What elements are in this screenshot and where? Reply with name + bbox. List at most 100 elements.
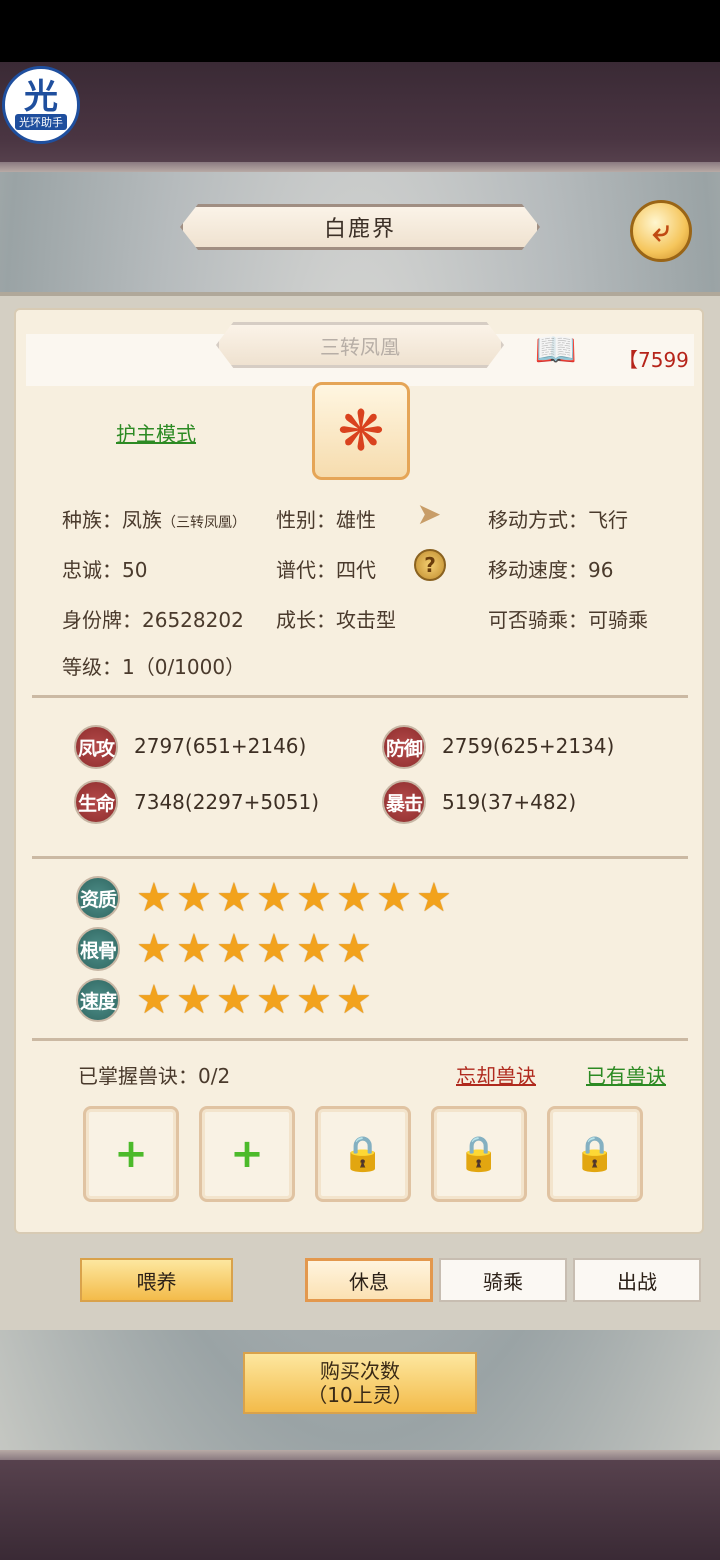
growth-row: 成长：攻击型 bbox=[276, 604, 396, 633]
app-badge-glyph: 光 bbox=[24, 77, 58, 117]
pet-name-banner: 三转凤凰 bbox=[216, 322, 504, 368]
loyalty-row: 忠诚：50 bbox=[62, 554, 147, 583]
plus-icon: + bbox=[114, 1131, 148, 1177]
speed-stars: ★ ★ ★ ★ ★ ★ bbox=[136, 980, 376, 1020]
pet-avatar[interactable]: ❋ bbox=[312, 382, 410, 480]
star-icon: ★ bbox=[216, 875, 252, 921]
star-icon: ★ bbox=[256, 977, 292, 1023]
lock-icon: 🔒 bbox=[457, 1134, 501, 1174]
back-arrow-icon: ⤶ bbox=[652, 213, 670, 249]
bottom-frame bbox=[0, 1450, 720, 1560]
generation-value: 四代 bbox=[336, 558, 376, 582]
skills-mastered-label: 已掌握兽诀：0/2 bbox=[78, 1064, 231, 1088]
buy-count-cost: （10上灵） bbox=[307, 1383, 413, 1407]
move-speed-label: 移动速度： bbox=[488, 558, 588, 582]
forget-skill-link[interactable]: 忘却兽诀 bbox=[456, 1060, 536, 1089]
skill-slot-locked[interactable]: 🔒 bbox=[315, 1106, 411, 1202]
star-icon: ★ bbox=[136, 926, 172, 972]
ride-button[interactable]: 骑乘 bbox=[439, 1258, 567, 1302]
star-icon: ★ bbox=[376, 875, 412, 921]
generation-row: 谱代：四代 bbox=[276, 554, 376, 583]
identity-value: 26528202 bbox=[142, 608, 244, 632]
lock-icon: 🔒 bbox=[341, 1134, 385, 1174]
race-value: 凤族 bbox=[122, 508, 162, 532]
defense-badge: 防御 bbox=[382, 725, 426, 769]
page-title: 白鹿界 bbox=[180, 204, 540, 250]
gender-value: 雄性 bbox=[336, 508, 376, 532]
skill-slot-locked[interactable]: 🔒 bbox=[431, 1106, 527, 1202]
star-icon: ★ bbox=[136, 875, 172, 921]
growth-value: 攻击型 bbox=[336, 608, 396, 632]
move-speed-value: 96 bbox=[588, 558, 614, 582]
crit-badge: 暴击 bbox=[382, 780, 426, 824]
star-icon: ★ bbox=[256, 926, 292, 972]
growth-label: 成长： bbox=[276, 608, 336, 632]
skill-slot-add[interactable]: + bbox=[83, 1106, 179, 1202]
rest-button[interactable]: 休息 bbox=[305, 1258, 433, 1302]
phoenix-icon: ❋ bbox=[337, 398, 385, 464]
aptitude-stars: ★ ★ ★ ★ ★ ★ ★ ★ bbox=[136, 878, 456, 918]
divider bbox=[32, 1038, 688, 1041]
divider bbox=[32, 695, 688, 698]
star-icon: ★ bbox=[256, 875, 292, 921]
race-row: 种族：凤族（三转凤凰） bbox=[62, 504, 246, 533]
star-icon: ★ bbox=[176, 977, 212, 1023]
aptitude-badge: 资质 bbox=[76, 876, 120, 920]
loyalty-value: 50 bbox=[122, 558, 148, 582]
life-value: 7348(2297+5051) bbox=[134, 790, 320, 814]
star-icon: ★ bbox=[176, 875, 212, 921]
level-value: 1（0/1000） bbox=[122, 655, 246, 679]
star-icon: ★ bbox=[296, 875, 332, 921]
crit-value: 519(37+482) bbox=[442, 790, 577, 814]
move-mode-value: 飞行 bbox=[588, 508, 628, 532]
owned-skills-link[interactable]: 已有兽诀 bbox=[586, 1060, 666, 1089]
star-icon: ★ bbox=[336, 875, 372, 921]
star-icon: ★ bbox=[216, 977, 252, 1023]
star-icon: ★ bbox=[336, 926, 372, 972]
move-mode-row: 移动方式：飞行 bbox=[488, 504, 628, 533]
buy-count-label: 购买次数 bbox=[320, 1359, 400, 1383]
attack-badge: 凤攻 bbox=[74, 725, 118, 769]
level-row: 等级：1（0/1000） bbox=[62, 651, 245, 680]
buy-count-button[interactable]: 购买次数 （10上灵） bbox=[243, 1352, 477, 1414]
speed-badge: 速度 bbox=[76, 978, 120, 1022]
identity-row: 身份牌：26528202 bbox=[62, 604, 244, 633]
star-icon: ★ bbox=[416, 875, 452, 921]
app-badge-caption: 光环助手 bbox=[15, 114, 67, 130]
gender-label: 性别： bbox=[276, 508, 336, 532]
identity-label: 身份牌： bbox=[62, 608, 142, 632]
generation-label: 谱代： bbox=[276, 558, 336, 582]
skill-slot-add[interactable]: + bbox=[199, 1106, 295, 1202]
rideable-label: 可否骑乘： bbox=[488, 608, 588, 632]
rideable-value: 可骑乘 bbox=[588, 608, 648, 632]
defense-value: 2759(625+2134) bbox=[442, 734, 615, 758]
star-icon: ★ bbox=[296, 977, 332, 1023]
bone-stars: ★ ★ ★ ★ ★ ★ bbox=[136, 929, 376, 969]
guard-mode-link[interactable]: 护主模式 bbox=[116, 418, 196, 447]
loyalty-label: 忠诚： bbox=[62, 558, 122, 582]
skill-slot-locked[interactable]: 🔒 bbox=[547, 1106, 643, 1202]
app-assistant-badge[interactable]: 光 光环助手 bbox=[2, 66, 80, 144]
move-speed-row: 移动速度：96 bbox=[488, 554, 613, 583]
question-mark-icon[interactable]: ? bbox=[414, 549, 446, 581]
battle-button[interactable]: 出战 bbox=[573, 1258, 701, 1302]
plus-icon: + bbox=[230, 1131, 264, 1177]
divider bbox=[32, 856, 688, 859]
rideable-row: 可否骑乘：可骑乘 bbox=[488, 604, 648, 633]
top-frame bbox=[0, 62, 720, 172]
feed-button[interactable]: 喂养 bbox=[80, 1258, 233, 1302]
book-quill-icon[interactable]: 📖 bbox=[530, 330, 582, 370]
life-badge: 生命 bbox=[74, 780, 118, 824]
back-button[interactable]: ⤶ bbox=[630, 200, 692, 262]
star-icon: ★ bbox=[216, 926, 252, 972]
bone-badge: 根骨 bbox=[76, 927, 120, 971]
star-icon: ★ bbox=[136, 977, 172, 1023]
gender-row: 性别：雄性 bbox=[276, 504, 376, 533]
attack-value: 2797(651+2146) bbox=[134, 734, 307, 758]
pet-id-tag: 【7599 bbox=[618, 348, 689, 372]
arrow-right-icon[interactable]: ➤ bbox=[412, 498, 446, 532]
star-icon: ★ bbox=[336, 977, 372, 1023]
move-mode-label: 移动方式： bbox=[488, 508, 588, 532]
star-icon: ★ bbox=[176, 926, 212, 972]
race-label: 种族： bbox=[62, 508, 122, 532]
